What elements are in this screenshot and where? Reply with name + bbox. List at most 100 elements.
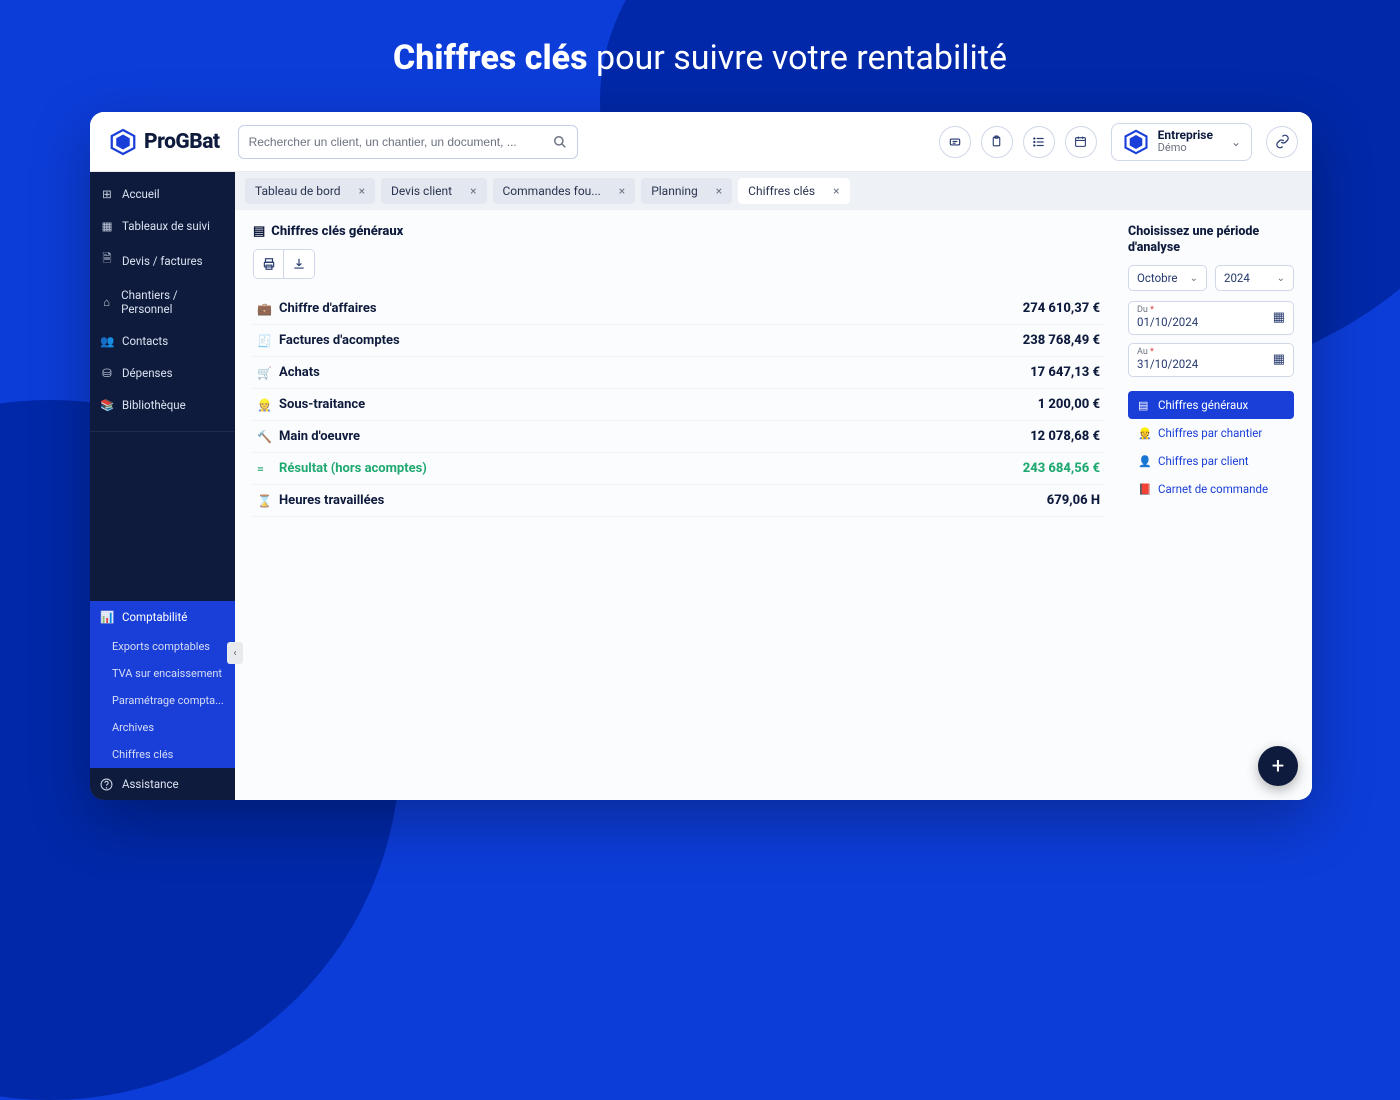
stat-icon: ⌛ [257,494,271,508]
clipboard-icon[interactable] [981,126,1013,158]
sidebar-item-1[interactable]: ▦Tableaux de suivi [90,210,235,242]
tab-label: Planning [651,184,698,198]
tab-2[interactable]: Commandes fou... × [493,178,636,204]
sidebar-sub-item-2[interactable]: Paramétrage compta... [90,687,235,714]
sidebar-item-label: Assistance [122,777,179,791]
stat-row-0: 💼 Chiffre d'affaires 274 610,37 € [253,293,1104,325]
sidebar-sub-item-4[interactable]: Chiffres clés [90,741,235,768]
tab-label: Chiffres clés [748,184,815,198]
app-logo[interactable]: ProGBat [104,127,224,157]
filter-item-1[interactable]: 👷Chiffres par chantier [1128,419,1294,447]
nav-icon: ⊞ [100,187,114,201]
calendar-icon[interactable] [1065,126,1097,158]
search-icon[interactable] [553,135,567,149]
month-select[interactable]: Octobre ⌄ [1128,265,1207,291]
logo-text: ProGBat [144,130,220,154]
stat-value: 1 200,00 € [1038,397,1100,412]
sidebar-item-assistance[interactable]: Assistance [90,768,235,800]
stat-row-6: ⌛Heures travaillées679,06 H [253,485,1104,517]
search-input[interactable] [249,135,553,149]
stat-label: Chiffre d'affaires [279,301,377,316]
stat-icon: 🔨 [257,430,271,444]
sidebar-item-label: Contacts [122,334,168,348]
stat-row-1: 🧾 Factures d'acomptes 238 768,49 € [253,325,1104,357]
sidebar-item-0[interactable]: ⊞ Accueil [90,178,235,210]
topbar-actions [939,126,1097,158]
chevron-down-icon: ⌄ [1190,273,1198,284]
stat-row-5: =Résultat (hors acomptes)243 684,56 € [253,453,1104,485]
sidebar-item-comptabilite[interactable]: 📊 Comptabilité [90,601,235,633]
close-icon[interactable]: × [359,184,365,198]
tab-1[interactable]: Devis client × [381,178,487,204]
sidebar-item-3[interactable]: ⌂Chantiers / Personnel [90,279,235,325]
tab-bar: Tableau de bord×Devis client×Commandes f… [235,172,1312,210]
hero-title: Chiffres clés pour suivre votre rentabil… [0,0,1400,78]
tab-0[interactable]: Tableau de bord × [245,178,375,204]
stat-icon: 🧾 [257,334,271,348]
sidebar-collapse-handle[interactable]: ‹ [227,642,243,664]
sidebar-item-label: Devis / factures [122,254,203,268]
date-to-field[interactable]: Au * 31/10/2024 ▦ [1128,343,1294,377]
nav-icon: 📚 [100,398,114,412]
stat-value: 238 768,49 € [1023,333,1100,348]
sidebar-item-6[interactable]: 📚 Bibliothèque [90,389,235,421]
filter-item-2[interactable]: 👤Chiffres par client [1128,447,1294,475]
filter-icon: 👷 [1138,427,1150,440]
chevron-down-icon: ⌄ [1277,273,1285,284]
filter-label: Carnet de commande [1158,482,1268,496]
sidebar-item-label: Accueil [122,187,160,201]
nav-icon: 👥 [100,334,114,348]
close-icon[interactable]: × [716,184,722,198]
print-button[interactable] [254,250,284,278]
stat-icon: 💼 [257,302,271,316]
close-icon[interactable]: × [470,184,476,198]
stat-value: 274 610,37 € [1023,301,1100,316]
stat-row-4: 🔨Main d'oeuvre12 078,68 € [253,421,1104,453]
download-button[interactable] [284,250,314,278]
company-selector[interactable]: Entreprise Démo ⌄ [1111,123,1252,161]
stat-value: 679,06 H [1047,493,1100,508]
stat-value: 243 684,56 € [1023,461,1100,476]
tab-label: Devis client [391,184,452,198]
sidebar-item-label: Comptabilité [122,610,187,624]
tab-4[interactable]: Chiffres clés × [738,178,849,204]
sidebar-sub-item-1[interactable]: TVA sur encaissement [90,660,235,687]
tab-label: Commandes fou... [503,184,601,198]
calendar-icon: ▦ [1273,352,1285,367]
company-sub: Démo [1158,142,1213,154]
list-icon[interactable] [1023,126,1055,158]
stat-value: 12 078,68 € [1030,429,1100,444]
sidebar-sub-item-3[interactable]: Archives [90,714,235,741]
filter-item-0[interactable]: ▤Chiffres généraux [1128,391,1294,419]
stat-row-2: 🛒Achats17 647,13 € [253,357,1104,389]
app-window: ProGBat Entreprise Démo ⌄ ⊞Accueil▦T [90,112,1312,800]
period-title: Choisissez une période d'analyse [1128,224,1294,255]
topbar: ProGBat Entreprise Démo ⌄ [90,112,1312,172]
help-icon [100,778,114,791]
filter-item-3[interactable]: 📕Carnet de commande [1128,475,1294,503]
search-input-wrap[interactable] [238,125,578,159]
sidebar-sub-item-0[interactable]: Exports comptables [90,633,235,660]
nav-icon: ⛁ [100,366,114,380]
year-select[interactable]: 2024 ⌄ [1215,265,1294,291]
close-icon[interactable]: × [619,184,625,198]
sidebar-item-label: Tableaux de suivi [122,219,210,233]
stat-label: Factures d'acomptes [279,333,400,348]
calendar-icon: ▦ [1273,310,1285,325]
section-title: ▤ Chiffres clés généraux [253,224,1104,239]
link-icon[interactable] [1266,126,1298,158]
fab-add-button[interactable]: + [1258,746,1298,786]
sidebar-item-label: Bibliothèque [122,398,186,412]
date-from-field[interactable]: Du * 01/10/2024 ▦ [1128,301,1294,335]
mini-toolbar [253,249,315,279]
sidebar-item-2[interactable]: 🗎Devis / factures [90,242,235,279]
tab-3[interactable]: Planning × [641,178,732,204]
stat-icon: = [257,462,271,476]
filter-icon: 👤 [1138,455,1150,468]
sidebar-item-5[interactable]: ⛁Dépenses [90,357,235,389]
sidebar-item-4[interactable]: 👥 Contacts [90,325,235,357]
action-btn-1[interactable] [939,126,971,158]
stat-icon: 🛒 [257,366,271,380]
tab-label: Tableau de bord [255,184,341,198]
close-icon[interactable]: × [833,184,839,198]
